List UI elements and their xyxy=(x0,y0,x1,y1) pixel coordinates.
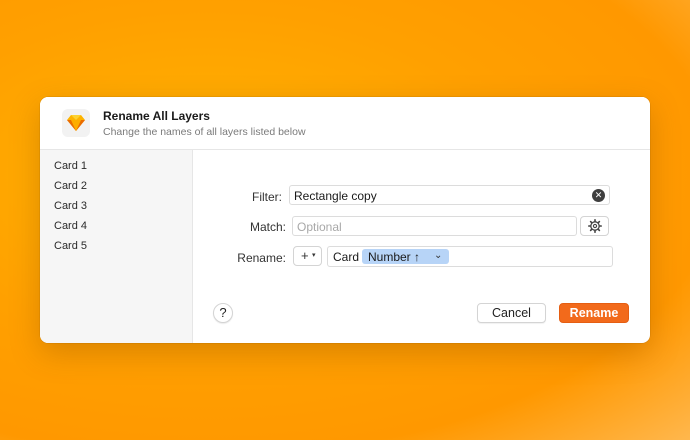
help-button[interactable]: ? xyxy=(213,303,233,323)
layer-list-item[interactable]: Card 3 xyxy=(54,200,87,212)
rename-button[interactable]: Rename xyxy=(559,303,629,323)
token-number[interactable]: Number ↑ ⌄ xyxy=(362,249,449,264)
plus-icon: + xyxy=(301,248,309,263)
clear-icon[interactable]: ✕ xyxy=(592,189,605,202)
dialog-header: Rename All Layers Change the names of al… xyxy=(40,97,650,150)
sketch-diamond-icon xyxy=(62,109,90,137)
layer-list-item[interactable]: Card 2 xyxy=(54,180,87,192)
filter-input[interactable]: Rectangle copy ✕ xyxy=(289,185,610,205)
rename-pattern-field[interactable]: Card Number ↑ ⌄ xyxy=(327,246,613,267)
layer-list-item[interactable]: Card 1 xyxy=(54,160,87,172)
layer-list: Card 1 Card 2 Card 3 Card 4 Card 5 xyxy=(40,150,193,343)
arrow-up-icon: ↑ xyxy=(414,250,421,264)
match-label: Match: xyxy=(249,220,286,234)
layer-list-item[interactable]: Card 4 xyxy=(54,220,87,232)
match-options-button[interactable] xyxy=(580,216,609,236)
chevron-down-icon[interactable]: ⌄ xyxy=(434,250,442,261)
dialog-subtitle: Change the names of all layers listed be… xyxy=(103,126,306,138)
dialog-title: Rename All Layers xyxy=(103,109,210,123)
rename-dialog: Rename All Layers Change the names of al… xyxy=(40,97,650,343)
caret-down-icon: ▾ xyxy=(312,252,316,259)
cancel-button[interactable]: Cancel xyxy=(477,303,546,323)
rename-label: Rename: xyxy=(237,251,286,265)
match-input[interactable]: Optional xyxy=(292,216,577,236)
token-text-card[interactable]: Card xyxy=(333,250,359,264)
filter-input-value: Rectangle copy xyxy=(294,189,377,203)
filter-label: Filter: xyxy=(252,190,282,204)
layer-list-item[interactable]: Card 5 xyxy=(54,240,87,252)
match-input-placeholder: Optional xyxy=(297,220,342,234)
gear-icon xyxy=(588,219,602,233)
add-token-button[interactable]: + ▾ xyxy=(293,246,322,266)
token-number-label: Number xyxy=(368,250,411,264)
